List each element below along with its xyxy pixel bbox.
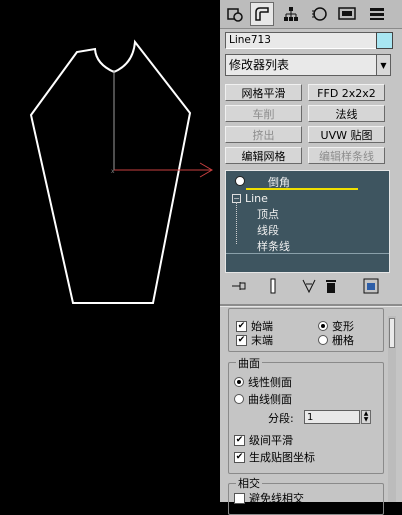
modify-icon[interactable] <box>250 2 274 26</box>
segments-label: 分段: <box>268 412 294 425</box>
tree-connector <box>236 202 237 244</box>
mesh-smooth-button[interactable]: 网格平滑 <box>225 84 302 101</box>
remove-modifier-icon[interactable] <box>321 276 341 296</box>
panel-tabbar <box>220 0 402 29</box>
linear-sides-radio[interactable] <box>234 377 244 387</box>
curved-sides-option[interactable]: 曲线侧面 <box>234 391 292 407</box>
uvw-map-button[interactable]: UVW 贴图 <box>308 126 385 143</box>
cap-end-checkbox[interactable]: ✔ <box>236 334 247 346</box>
rollout-divider <box>220 304 402 307</box>
linear-sides-label: 线性侧面 <box>248 376 292 389</box>
cap-grid-label: 栅格 <box>332 334 354 347</box>
configure-sets-icon[interactable] <box>361 276 381 296</box>
motion-icon[interactable] <box>308 3 330 25</box>
smooth-across-levels-checkbox[interactable]: ✔ <box>234 434 245 446</box>
cap-grid-radio[interactable] <box>318 335 328 345</box>
keep-lines-label: 避免线相交 <box>249 492 304 505</box>
pivot-label: x <box>111 168 115 175</box>
object-color-swatch[interactable] <box>376 32 393 49</box>
cap-start-checkbox[interactable]: ✔ <box>236 320 247 332</box>
cap-end-option[interactable]: ✔ 末端 <box>236 332 273 348</box>
lathe-button[interactable]: 车削 <box>225 105 302 122</box>
ffd-button[interactable]: FFD 2x2x2 <box>308 84 385 101</box>
stack-item-bevel[interactable]: 倒角 <box>226 173 387 190</box>
surface-title: 曲面 <box>236 355 262 371</box>
cap-end-label: 末端 <box>251 334 273 347</box>
smooth-across-levels-option[interactable]: ✔ 级间平滑 <box>234 432 293 448</box>
viewport[interactable]: x <box>0 0 220 502</box>
intersections-title: 相交 <box>236 475 262 491</box>
stack-item-line[interactable]: Line <box>245 192 268 205</box>
subobject-segment[interactable]: 线段 <box>257 222 279 238</box>
subobject-spline[interactable]: 样条线 <box>257 238 290 254</box>
stack-highlight-line <box>246 188 358 190</box>
extrude-button[interactable]: 挤出 <box>225 126 302 143</box>
stack-divider <box>226 253 389 254</box>
curved-sides-radio[interactable] <box>234 394 244 404</box>
edit-mesh-button[interactable]: 编辑网格 <box>225 147 302 164</box>
keep-lines-option[interactable]: 避免线相交 <box>234 490 304 506</box>
curved-sides-label: 曲线侧面 <box>248 393 292 406</box>
modifier-stack[interactable]: 倒角 − Line 顶点 线段 样条线 <box>225 170 390 273</box>
gen-mapping-coords-option[interactable]: ✔ 生成贴图坐标 <box>234 449 315 465</box>
linear-sides-option[interactable]: 线性侧面 <box>234 374 292 390</box>
segments-spinner[interactable]: ▲ ▼ <box>361 410 371 424</box>
utilities-icon[interactable] <box>366 3 388 25</box>
cap-morph-radio[interactable] <box>318 321 328 331</box>
gen-mapping-coords-label: 生成贴图坐标 <box>249 451 315 464</box>
object-name-field[interactable]: Line713 <box>225 32 377 49</box>
show-end-result-icon[interactable] <box>263 276 283 296</box>
chevron-down-icon[interactable]: ▼ <box>376 54 391 76</box>
scrollbar-thumb[interactable] <box>389 318 395 348</box>
hierarchy-icon[interactable] <box>280 3 302 25</box>
modifier-list-dropdown[interactable]: 修改器列表 <box>225 54 382 76</box>
edit-spline-button[interactable]: 编辑样条线 <box>308 147 385 164</box>
viewport-canvas[interactable]: x <box>0 0 220 502</box>
stack-toolbar <box>225 276 390 298</box>
display-icon[interactable] <box>336 3 358 25</box>
segments-input[interactable]: 1 <box>304 410 360 424</box>
make-unique-icon[interactable] <box>299 276 319 296</box>
normal-button[interactable]: 法线 <box>308 105 385 122</box>
cap-grid-option[interactable]: 栅格 <box>318 332 354 348</box>
smooth-across-levels-label: 级间平滑 <box>249 434 293 447</box>
command-panel: Line713 修改器列表 ▼ 网格平滑 FFD 2x2x2 车削 法线 挤出 … <box>220 0 402 515</box>
gen-mapping-coords-checkbox[interactable]: ✔ <box>234 451 245 463</box>
create-icon[interactable] <box>224 3 246 25</box>
pin-stack-icon[interactable] <box>229 276 249 296</box>
subobject-vertex[interactable]: 顶点 <box>257 206 279 222</box>
lightbulb-icon[interactable] <box>235 176 245 186</box>
